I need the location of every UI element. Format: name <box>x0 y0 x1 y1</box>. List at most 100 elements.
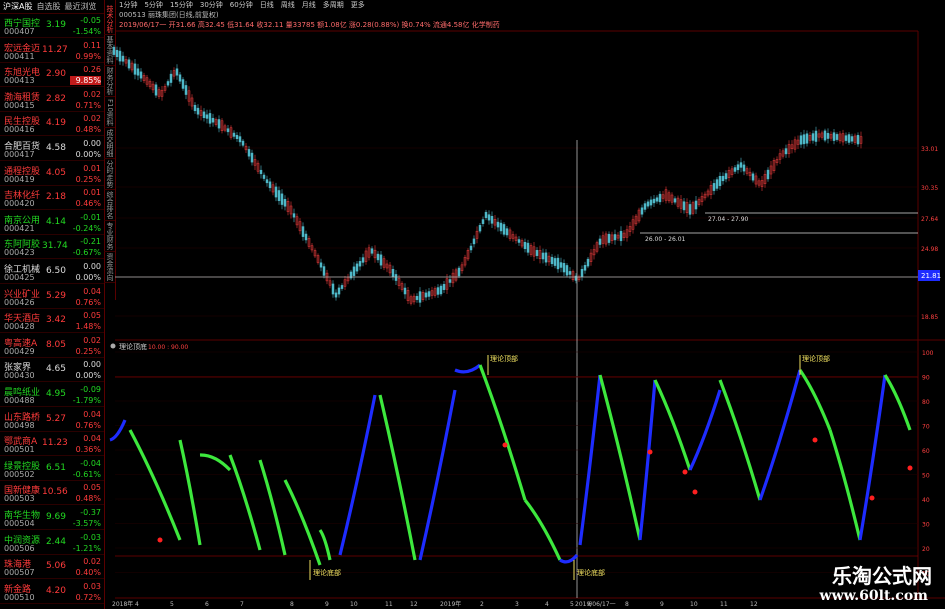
red-dot-marker <box>647 449 653 455</box>
candle-body <box>283 199 287 207</box>
indicator-tick: 20 <box>922 546 930 553</box>
candle-body <box>718 175 722 187</box>
x-axis-label: 11 <box>385 601 393 608</box>
candle-body <box>850 136 854 142</box>
indicator-icon <box>110 343 116 349</box>
candle-body <box>136 68 140 76</box>
candle-body <box>448 279 452 283</box>
candle-body <box>370 248 374 254</box>
price-tick: 18.85 <box>921 314 938 321</box>
candle-body <box>178 74 182 82</box>
candle-body <box>394 274 398 281</box>
x-axis-label: 2018年 <box>112 600 133 608</box>
candle-body <box>280 193 284 205</box>
candle-body <box>739 162 743 168</box>
red-dot-marker <box>502 442 508 448</box>
indicator-rise-segment <box>688 389 722 471</box>
candle-body <box>598 238 602 245</box>
candle-body <box>379 254 383 266</box>
candle-body <box>586 258 590 267</box>
red-dot-marker <box>907 465 913 471</box>
x-axis-label: 12 <box>410 601 418 608</box>
candle-body <box>355 263 359 272</box>
candle-body <box>241 140 245 146</box>
x-axis-label: 9 <box>660 601 664 608</box>
x-axis-label: 9 <box>325 601 329 608</box>
candle-body <box>742 164 746 172</box>
candle-body <box>247 149 251 157</box>
x-axis-label: 2 <box>480 601 484 608</box>
candle-body <box>112 46 116 55</box>
candle-body <box>139 71 143 79</box>
candle-body <box>712 183 716 191</box>
indicator-tick: 30 <box>922 522 930 529</box>
candle-body <box>607 233 611 243</box>
candle-body <box>556 257 560 270</box>
watermark-title: 乐淘公式网 <box>832 564 932 588</box>
candle-body <box>175 68 179 76</box>
candle-body <box>322 266 326 276</box>
x-axis-label: 5 <box>170 601 174 608</box>
x-axis-label: 10 <box>350 601 358 608</box>
candle-body <box>502 224 506 235</box>
candle-body <box>541 252 545 260</box>
range-label-upper: 27.04 - 27.90 <box>708 216 749 223</box>
candle-body <box>415 296 419 300</box>
candle-body <box>403 287 407 295</box>
candle-body <box>232 132 236 137</box>
red-dot-marker <box>692 489 698 495</box>
indicator-rise-segment <box>578 374 602 546</box>
candle-body <box>832 132 836 141</box>
candle-body <box>805 133 809 144</box>
candle-body <box>688 204 692 215</box>
watermark-url: www.60lt.com <box>819 588 928 604</box>
candle-body <box>226 128 230 133</box>
price-tick: 30.35 <box>921 185 938 192</box>
red-dot-marker <box>812 437 818 443</box>
candle-body <box>646 201 650 207</box>
indicator-fall-segment <box>478 364 527 501</box>
indicator-fall-segment <box>883 374 912 431</box>
x-axis-label: 10 <box>690 601 698 608</box>
candle-body <box>184 85 188 95</box>
indicator-fall-segment <box>228 454 262 551</box>
candle-body <box>649 199 653 206</box>
x-axis-label: 4 <box>135 601 139 608</box>
indicator-name[interactable]: 理论顶底 <box>119 342 147 351</box>
candle-body <box>751 173 755 181</box>
x-axis-label: 5 <box>570 601 574 608</box>
candle-body <box>391 269 395 277</box>
indicator-rise-segment <box>454 363 482 374</box>
candle-body <box>580 269 584 278</box>
candle-body <box>259 169 263 175</box>
red-dot-marker <box>682 469 688 475</box>
candle-body <box>724 173 728 180</box>
indicator-rise-segment <box>858 374 887 541</box>
indicator-tick: 40 <box>922 497 930 504</box>
candle-body <box>736 164 740 171</box>
indicator-tick: 70 <box>922 424 930 431</box>
candle-body <box>568 271 572 275</box>
x-axis-label: 3 <box>515 601 519 608</box>
candle-body <box>523 241 527 250</box>
candle-body <box>265 179 269 184</box>
candle-body <box>262 174 266 179</box>
indicator-tick: 100 <box>922 350 934 357</box>
candle-body <box>352 266 356 276</box>
candle-body <box>436 287 440 295</box>
candle-body <box>169 73 173 83</box>
candle-body <box>277 190 281 201</box>
candle-body <box>331 283 335 295</box>
indicator-fall-segment <box>523 499 562 561</box>
candle-body <box>442 284 446 290</box>
red-dot-marker <box>157 537 163 543</box>
top-signal-label: 理论顶部 <box>490 354 518 363</box>
indicator-fall-segment <box>178 439 202 546</box>
candle-body <box>640 207 644 215</box>
indicator-rise-segment <box>638 379 657 541</box>
indicator-rise-segment <box>338 394 377 556</box>
indicator-fall-segment <box>283 479 322 566</box>
candle-body <box>826 132 830 139</box>
candle-body <box>211 117 215 123</box>
chart-canvas[interactable]: 27.04 - 27.90 26.00 - 26.01 33.0130.3527… <box>0 0 945 609</box>
